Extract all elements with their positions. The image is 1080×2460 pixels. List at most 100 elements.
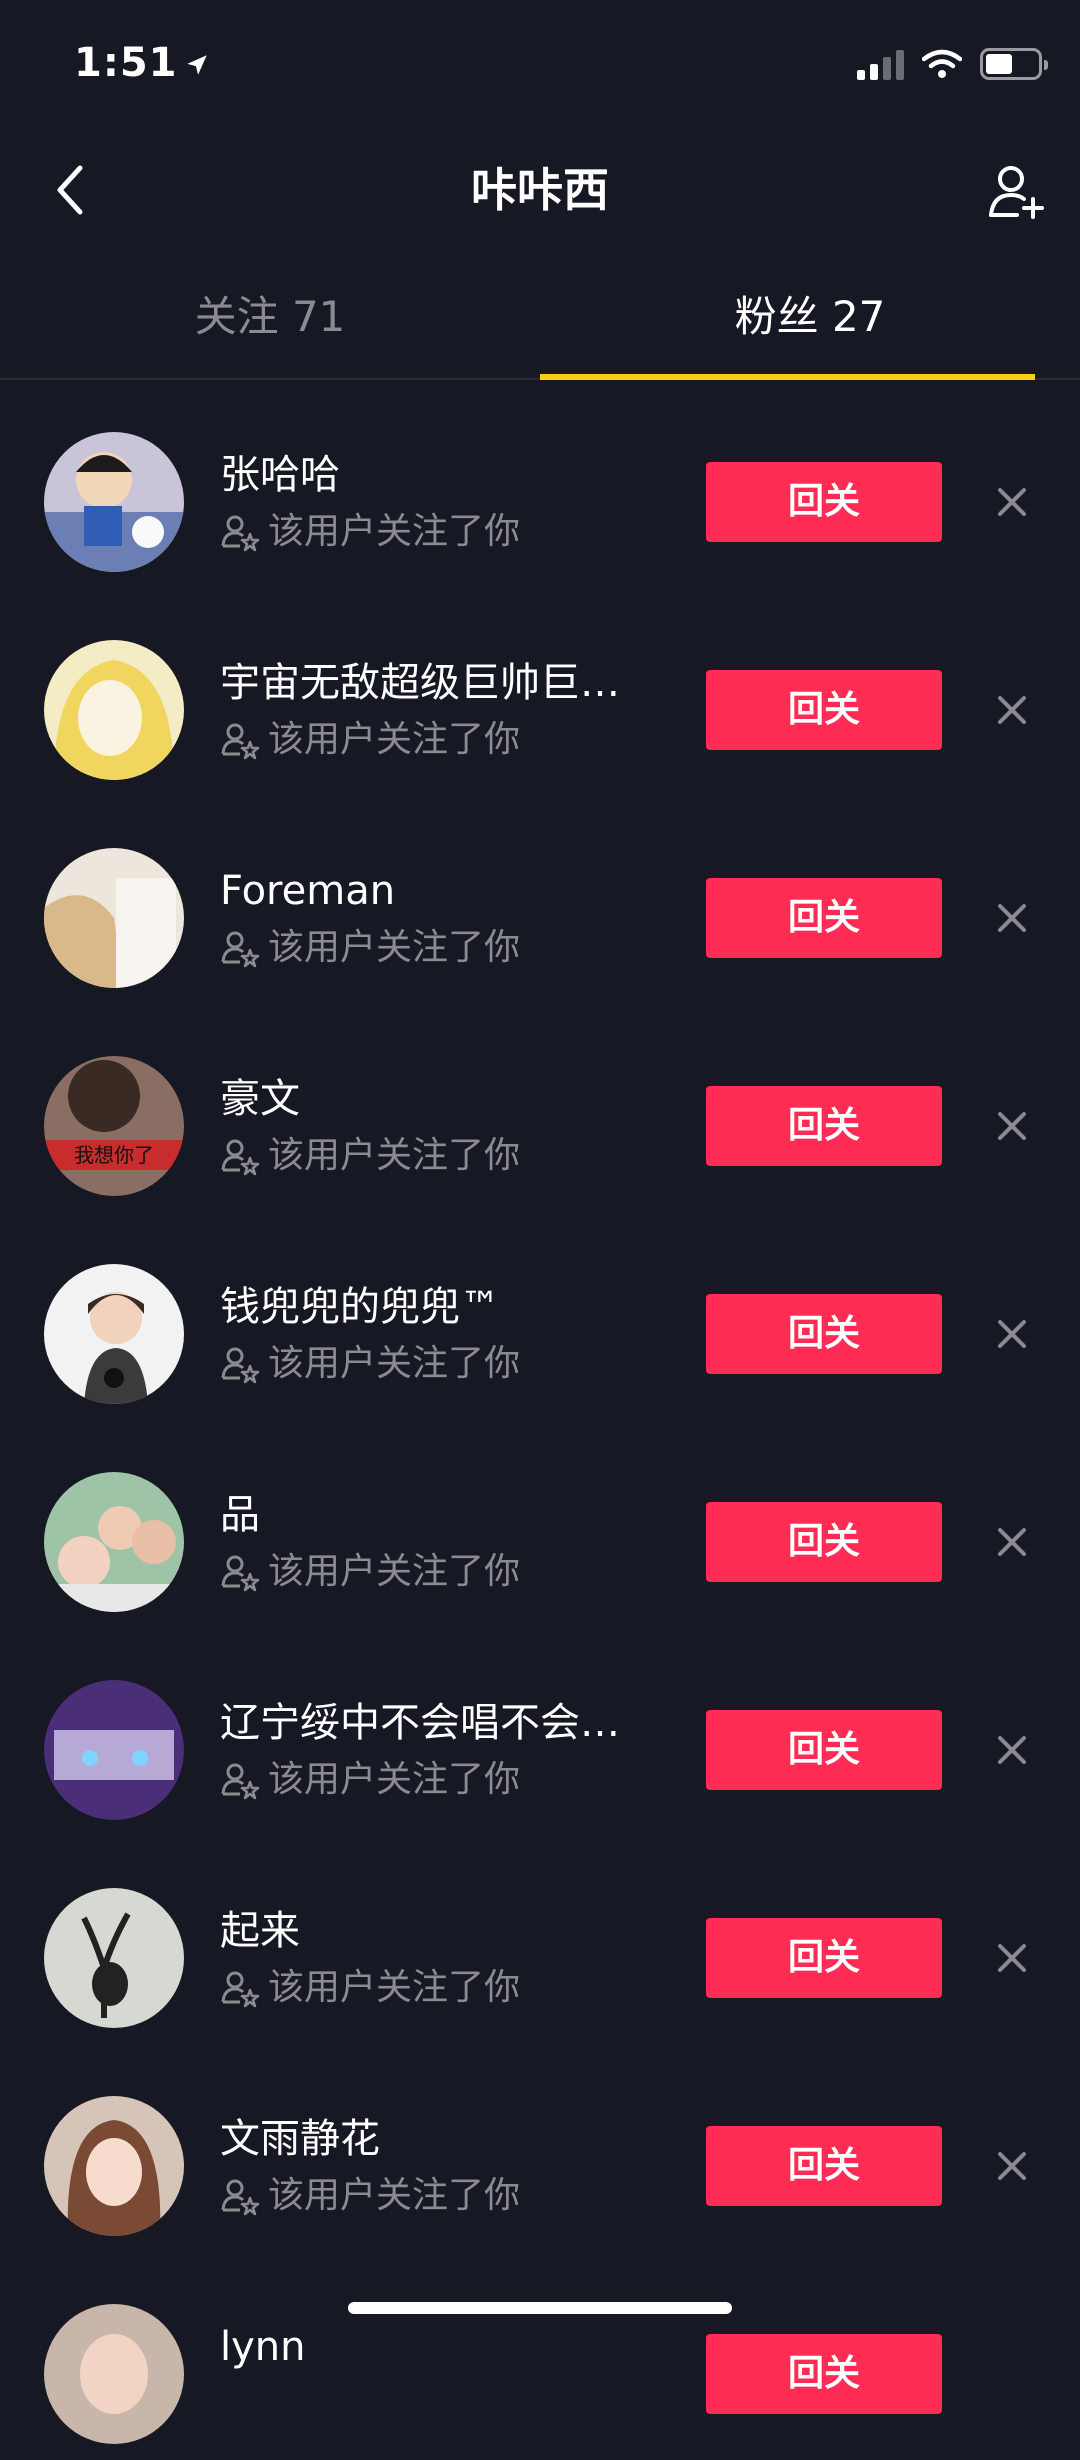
user-subtitle-text: 该用户关注了你 <box>268 1759 521 1800</box>
remove-follower-button[interactable] <box>990 1520 1034 1564</box>
list-item[interactable]: Foreman 该用户关注了你 回关 <box>0 796 1080 1004</box>
user-name[interactable]: 钱兜兜的兜兜™ <box>220 1282 670 1332</box>
user-name[interactable]: 品 <box>220 1490 670 1540</box>
avatar[interactable] <box>44 640 184 780</box>
user-subtitle: 该用户关注了你 <box>220 926 520 970</box>
follow-back-button[interactable]: 回关 <box>706 1502 942 1582</box>
user-name[interactable]: 豪文 <box>220 1074 670 1124</box>
avatar[interactable]: 我想你了 <box>44 1056 184 1196</box>
user-subtitle: 该用户关注了你 <box>220 1550 520 1594</box>
follow-back-button[interactable]: 回关 <box>706 2126 942 2206</box>
list-item[interactable]: 辽宁绥中不会唱不会… 该用户关注了你 回关 <box>0 1628 1080 1836</box>
user-subtitle: 该用户关注了你 <box>220 510 520 554</box>
user-subtitle-text: 该用户关注了你 <box>268 1967 521 2008</box>
avatar[interactable] <box>44 2304 184 2444</box>
user-subtitle: 该用户关注了你 <box>220 1758 520 1802</box>
add-user-icon <box>989 166 1044 219</box>
remove-follower-button[interactable] <box>990 2144 1034 2188</box>
follow-back-button[interactable]: 回关 <box>706 1086 942 1166</box>
avatar[interactable] <box>44 432 184 572</box>
tab-following[interactable]: 关注 71 <box>0 262 540 378</box>
follow-back-button[interactable]: 回关 <box>706 2334 942 2414</box>
remove-follower-button[interactable] <box>990 1728 1034 1772</box>
status-time: 1:51 <box>74 40 210 86</box>
avatar[interactable] <box>44 2096 184 2236</box>
list-item[interactable]: 我想你了 豪文 该用户关注了你 回关 <box>0 1004 1080 1212</box>
user-name[interactable]: 张哈哈 <box>220 450 670 500</box>
remove-follower-button[interactable] <box>990 688 1034 732</box>
user-subtitle: 该用户关注了你 <box>220 1134 520 1178</box>
follower-icon <box>221 1555 260 1592</box>
follower-list: 张哈哈 该用户关注了你 回关 宇宙无敌超级巨帅巨… 该用户关注了你 回关 For… <box>0 380 1080 2460</box>
user-subtitle-text: 该用户关注了你 <box>268 1343 521 1384</box>
list-item[interactable]: 文雨静花 该用户关注了你 回关 <box>0 2044 1080 2252</box>
follower-icon <box>221 515 260 552</box>
user-subtitle-text: 该用户关注了你 <box>268 511 521 552</box>
avatar[interactable] <box>44 1888 184 2028</box>
remove-follower-button[interactable] <box>990 896 1034 940</box>
user-subtitle-text: 该用户关注了你 <box>268 719 521 760</box>
follower-icon <box>221 931 260 968</box>
follow-back-button[interactable]: 回关 <box>706 1294 942 1374</box>
user-name[interactable]: 辽宁绥中不会唱不会… <box>220 1698 670 1748</box>
follow-back-button[interactable]: 回关 <box>706 1710 942 1790</box>
user-subtitle-text: 该用户关注了你 <box>268 2175 521 2216</box>
user-subtitle-text: 该用户关注了你 <box>268 1551 521 1592</box>
user-subtitle: 该用户关注了你 <box>220 1966 520 2010</box>
user-name[interactable]: 文雨静花 <box>220 2114 670 2164</box>
close-icon <box>998 904 1026 932</box>
follow-back-button[interactable]: 回关 <box>706 878 942 958</box>
avatar[interactable] <box>44 1472 184 1612</box>
cellular-signal-icon <box>857 48 904 80</box>
avatar[interactable] <box>44 848 184 988</box>
user-subtitle-text: 该用户关注了你 <box>268 1135 521 1176</box>
home-indicator <box>348 2302 732 2314</box>
close-icon <box>998 1320 1026 1348</box>
avatar[interactable] <box>44 1264 184 1404</box>
user-subtitle: 该用户关注了你 <box>220 1342 520 1386</box>
follower-icon <box>221 723 260 760</box>
remove-follower-button[interactable] <box>990 480 1034 524</box>
wifi-icon <box>922 49 962 78</box>
close-icon <box>998 1944 1026 1972</box>
page-title: 咔咔西 <box>471 163 609 217</box>
follower-icon <box>221 1971 260 2008</box>
tab-fans[interactable]: 粉丝 27 <box>540 262 1080 378</box>
avatar[interactable] <box>44 1680 184 1820</box>
status-bar: 1:51 <box>0 0 1080 130</box>
list-item[interactable]: 宇宙无敌超级巨帅巨… 该用户关注了你 回关 <box>0 588 1080 796</box>
user-subtitle-text: 该用户关注了你 <box>268 927 521 968</box>
add-friend-button[interactable] <box>982 156 1052 226</box>
follower-icon <box>221 1763 260 1800</box>
remove-follower-button[interactable] <box>990 1936 1034 1980</box>
user-name[interactable]: Foreman <box>220 866 670 916</box>
follow-back-button[interactable]: 回关 <box>706 670 942 750</box>
close-icon <box>998 696 1026 724</box>
list-item[interactable]: 钱兜兜的兜兜™ 该用户关注了你 回关 <box>0 1212 1080 1420</box>
user-name[interactable]: 宇宙无敌超级巨帅巨… <box>220 658 670 708</box>
list-item[interactable]: 起来 该用户关注了你 回关 <box>0 1836 1080 2044</box>
list-item[interactable]: lynn 回关 <box>0 2252 1080 2460</box>
list-item[interactable]: 张哈哈 该用户关注了你 回关 <box>0 380 1080 588</box>
user-name[interactable]: lynn <box>220 2322 670 2372</box>
nav-bar: 咔咔西 <box>0 130 1080 250</box>
follow-back-button[interactable]: 回关 <box>706 1918 942 1998</box>
close-icon <box>998 1736 1026 1764</box>
user-subtitle: 该用户关注了你 <box>220 2174 520 2218</box>
close-icon <box>998 1112 1026 1140</box>
location-arrow-icon <box>186 55 207 75</box>
tab-bar: 关注 71 粉丝 27 <box>0 262 1080 380</box>
follower-icon <box>221 1139 260 1176</box>
status-icons <box>857 48 1048 80</box>
status-time-text: 1:51 <box>74 40 178 86</box>
remove-follower-button[interactable] <box>990 1312 1034 1356</box>
close-icon <box>998 488 1026 516</box>
close-icon <box>998 1528 1026 1556</box>
user-name[interactable]: 起来 <box>220 1906 670 1956</box>
follower-icon <box>221 1347 260 1384</box>
list-item[interactable]: 品 该用户关注了你 回关 <box>0 1420 1080 1628</box>
follower-icon <box>221 2179 260 2216</box>
user-subtitle: 该用户关注了你 <box>220 718 520 762</box>
remove-follower-button[interactable] <box>990 1104 1034 1148</box>
follow-back-button[interactable]: 回关 <box>706 462 942 542</box>
